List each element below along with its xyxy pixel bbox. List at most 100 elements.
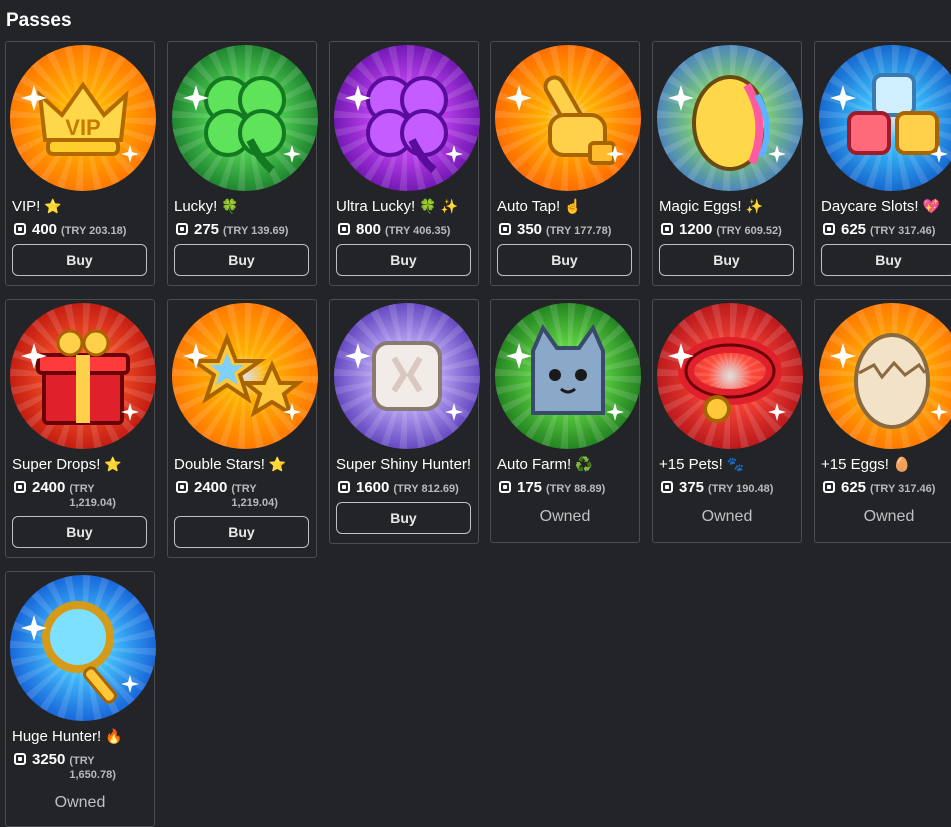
local-price: (TRY 1,219.04): [231, 483, 278, 509]
local-price: (TRY 406.35): [385, 225, 451, 237]
robux-price: 175: [517, 479, 543, 496]
robux-price: 625: [841, 221, 867, 238]
price-row: 400 (TRY 203.18): [14, 221, 126, 238]
robux-price: 2400: [194, 479, 228, 496]
pass-emoji: 💖: [922, 198, 940, 214]
local-price: (TRY 190.48): [708, 483, 774, 495]
robux-icon: [176, 481, 188, 493]
price-row: 625 (TRY 317.46): [823, 479, 935, 496]
robux-icon: [14, 223, 26, 235]
pass-emoji: 🔥: [105, 728, 123, 744]
robux-icon: [14, 753, 26, 765]
buy-button[interactable]: Buy: [497, 244, 632, 276]
pass-emoji: ☝: [564, 198, 582, 214]
price-row: 375 (TRY 190.48): [661, 479, 773, 496]
pass-thumbnail[interactable]: VIP: [10, 45, 156, 191]
robux-icon: [661, 223, 673, 235]
cat-pet-icon: [495, 303, 641, 449]
pass-card-vip[interactable]: VIP VIP! ⭐ 400 (TRY 203.18) Buy: [5, 41, 156, 286]
buy-button[interactable]: Buy: [336, 502, 471, 534]
pass-thumbnail[interactable]: [657, 45, 803, 191]
pass-card-huge-hunter[interactable]: Huge Hunter! 🔥 3250 (TRY 1,650.78) Owned: [5, 571, 156, 827]
local-price: (TRY 609.52): [716, 225, 782, 237]
pass-name: +15 Pets! 🐾: [659, 456, 745, 473]
pass-emoji: ⭐: [268, 456, 287, 472]
pass-name: +15 Eggs! 🥚: [821, 456, 911, 473]
local-price: (TRY 1,650.78): [69, 755, 116, 781]
pass-thumbnail[interactable]: [334, 45, 480, 191]
local-price: (TRY 317.46): [870, 225, 936, 237]
pass-card-magic-eggs[interactable]: Magic Eggs! ✨ 1200 (TRY 609.52) Buy: [652, 41, 803, 286]
price-row: 1600 (TRY 812.69): [338, 479, 459, 496]
pass-thumbnail[interactable]: [657, 303, 803, 449]
buy-button[interactable]: Buy: [12, 244, 147, 276]
magnifier-icon: [10, 575, 156, 721]
buy-button[interactable]: Buy: [174, 244, 309, 276]
price-row: 2400 (TRY 1,219.04): [176, 479, 301, 510]
robux-icon: [176, 223, 188, 235]
pass-emoji: ⭐: [44, 198, 62, 214]
price-row: 625 (TRY 317.46): [823, 221, 935, 238]
clover-icon: [172, 45, 318, 191]
pass-card-double-stars[interactable]: Double Stars! ⭐ 2400 (TRY 1,219.04) Buy: [167, 299, 318, 558]
buy-button[interactable]: Buy: [174, 516, 309, 548]
pass-name: Double Stars! ⭐: [174, 456, 287, 473]
local-price: (TRY 177.78): [546, 225, 612, 237]
price-row: 275 (TRY 139.69): [176, 221, 288, 238]
robux-icon: [661, 481, 673, 493]
owned-label: Owned: [863, 508, 915, 525]
pass-thumbnail[interactable]: [819, 303, 951, 449]
price-row: 800 (TRY 406.35): [338, 221, 450, 238]
pass-name: Lucky! 🍀: [174, 198, 239, 215]
pass-emoji: 🥚: [892, 456, 911, 472]
shiny-cube-icon: [334, 303, 480, 449]
pass-card-lucky[interactable]: Lucky! 🍀 275 (TRY 139.69) Buy: [167, 41, 318, 286]
pass-card-plus-15-eggs[interactable]: +15 Eggs! 🥚 625 (TRY 317.46) Owned: [814, 299, 951, 543]
pass-thumbnail[interactable]: [819, 45, 951, 191]
pass-emoji: 🍀: [221, 198, 239, 214]
local-price: (TRY 88.89): [546, 483, 606, 495]
pass-emoji: ✨: [745, 198, 763, 214]
pass-name: Huge Hunter! 🔥: [12, 728, 123, 745]
robux-icon: [499, 481, 511, 493]
pass-card-auto-tap[interactable]: Auto Tap! ☝ 350 (TRY 177.78) Buy: [490, 41, 641, 286]
pass-emoji: ⭐: [104, 456, 122, 472]
pass-card-super-shiny-hunter[interactable]: Super Shiny Hunter! 1600 (TRY 812.69) Bu…: [329, 299, 480, 544]
dice-blocks-icon: [819, 45, 951, 191]
local-price: (TRY 203.18): [61, 225, 127, 237]
pass-thumbnail[interactable]: [172, 303, 318, 449]
local-price: (TRY 812.69): [393, 483, 459, 495]
price-row: 175 (TRY 88.89): [499, 479, 605, 496]
pointing-hand-icon: [495, 45, 641, 191]
robux-icon: [338, 223, 350, 235]
page-title: Passes: [6, 10, 72, 31]
buy-button[interactable]: Buy: [659, 244, 794, 276]
pass-thumbnail[interactable]: [495, 45, 641, 191]
robux-price: 400: [32, 221, 58, 238]
pass-thumbnail[interactable]: [10, 575, 156, 721]
collar-icon: [657, 303, 803, 449]
pass-thumbnail[interactable]: [334, 303, 480, 449]
pass-card-ultra-lucky[interactable]: Ultra Lucky! 🍀 ✨ 800 (TRY 406.35) Buy: [329, 41, 480, 286]
pass-card-super-drops[interactable]: Super Drops! ⭐ 2400 (TRY 1,219.04) Buy: [5, 299, 156, 558]
pass-name: Super Shiny Hunter!: [336, 456, 472, 473]
pass-card-plus-15-pets[interactable]: +15 Pets! 🐾 375 (TRY 190.48) Owned: [652, 299, 803, 543]
buy-button[interactable]: Buy: [336, 244, 471, 276]
local-price: (TRY 317.46): [870, 483, 936, 495]
robux-price: 625: [841, 479, 867, 496]
buy-button[interactable]: Buy: [821, 244, 951, 276]
pass-thumbnail[interactable]: [495, 303, 641, 449]
local-price: (TRY 139.69): [223, 225, 289, 237]
pass-thumbnail[interactable]: [10, 303, 156, 449]
robux-price: 3250: [32, 751, 66, 768]
pass-thumbnail[interactable]: [172, 45, 318, 191]
cracked-egg-icon: [819, 303, 951, 449]
pass-emoji: 🐾: [726, 456, 745, 472]
pass-card-daycare-slots[interactable]: Daycare Slots! 💖 625 (TRY 317.46) Buy: [814, 41, 951, 286]
pass-card-auto-farm[interactable]: Auto Farm! ♻️ 175 (TRY 88.89) Owned: [490, 299, 641, 543]
stars-icon: [172, 303, 318, 449]
robux-price: 275: [194, 221, 220, 238]
robux-price: 1200: [679, 221, 713, 238]
rainbow-egg-icon: [657, 45, 803, 191]
buy-button[interactable]: Buy: [12, 516, 147, 548]
